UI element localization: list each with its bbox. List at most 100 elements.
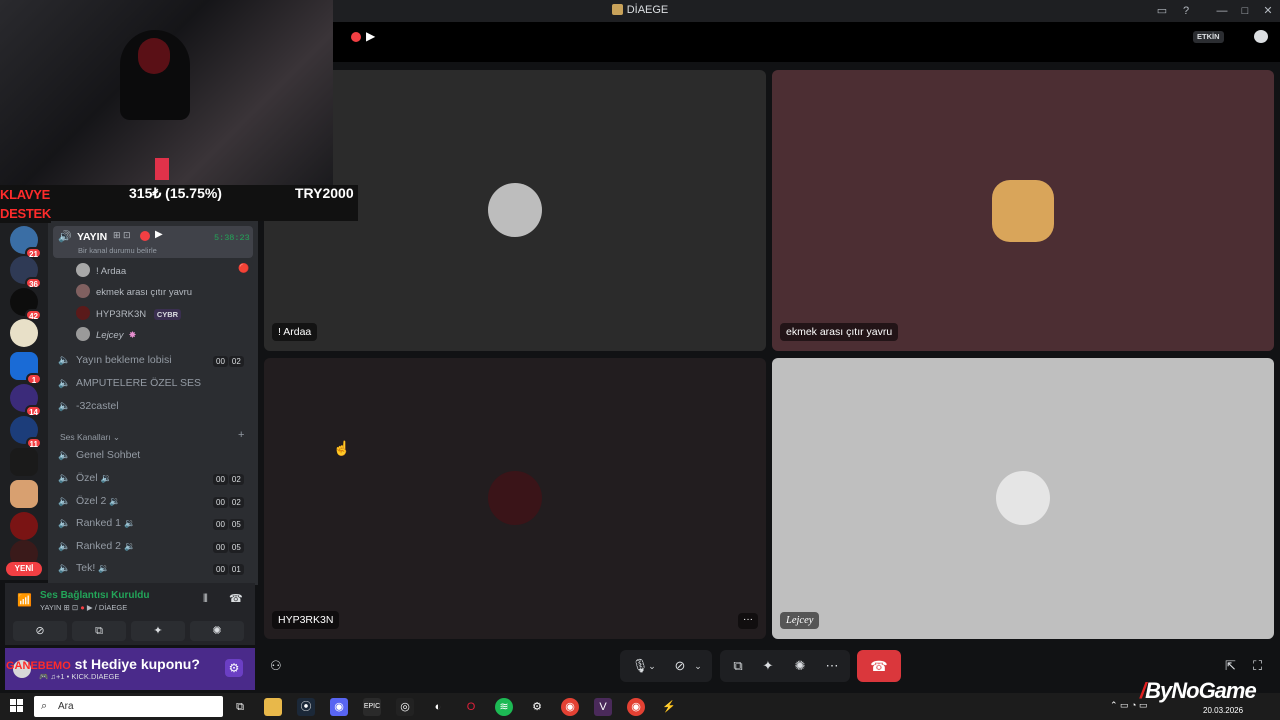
settings-gear-icon[interactable]: ⚙ (225, 659, 243, 677)
discord-icon[interactable]: ◉ (330, 698, 348, 716)
voice-channel[interactable]: 🔈 Ranked 1 🔉 (58, 517, 135, 535)
windows-start-icon[interactable] (10, 699, 24, 713)
server-icon[interactable]: 11 (10, 416, 42, 449)
file-explorer-icon[interactable] (264, 698, 282, 716)
server-icon[interactable] (10, 448, 38, 476)
count-current: 00 (213, 356, 228, 367)
username: KICK.DIAEGE (71, 672, 120, 681)
voice-status[interactable]: Ses Bağlantısı Kuruldu (40, 590, 149, 601)
screen-share-icon[interactable]: ⧉ (724, 650, 752, 682)
channel-status-hint[interactable]: Bir kanal durumu belirle (78, 246, 157, 255)
app-icon[interactable]: V (594, 698, 612, 716)
tile-name-label: ! Ardaa (272, 323, 318, 341)
activity-badge[interactable]: ETKİN (1193, 31, 1224, 43)
opera-icon[interactable]: O (462, 698, 480, 716)
mouse-cursor-icon: ☝ (333, 440, 351, 456)
maximize-button[interactable]: □ (1237, 3, 1253, 19)
voice-channel[interactable]: 🔈 Genel Sohbet (58, 449, 140, 467)
spotify-icon[interactable]: ≋ (495, 698, 513, 716)
popout-icon[interactable]: ⇱ (1225, 658, 1236, 674)
voice-channel[interactable]: 🔈 Özel 🔉 (58, 472, 112, 490)
channel-member[interactable]: Lejcey ✸ (76, 327, 136, 343)
server-icon[interactable]: 36 (10, 256, 42, 289)
donation-target: TRY2000 (295, 185, 354, 201)
activities-icon[interactable]: ✦ (754, 650, 782, 682)
obs-icon[interactable]: ◎ (396, 698, 414, 716)
chevron-down-icon[interactable]: ⌄ (690, 650, 706, 682)
epic-games-icon[interactable]: EPIC (363, 698, 381, 716)
server-logo-icon (611, 4, 623, 15)
channel-member[interactable]: ekmek arası çıtır yavru (76, 284, 192, 300)
chrome-icon[interactable]: ◉ (561, 698, 579, 716)
steam-icon[interactable]: ⦿ (297, 698, 315, 716)
user-count: 00 02 (213, 356, 245, 367)
server-icon[interactable] (10, 512, 38, 540)
voice-channel[interactable]: 🔈 Ranked 2 🔉 (58, 540, 135, 558)
voice-channel[interactable]: 🔈 Özel 2 🔉 (58, 495, 121, 513)
minimize-button[interactable]: — (1214, 3, 1230, 19)
soundboard-button[interactable]: ✺ (190, 621, 244, 641)
promo-text: Hediye kuponu? (91, 656, 200, 672)
member-name: ! Ardaa (96, 266, 127, 277)
connection-signal-icon: 📶 (17, 593, 32, 607)
activity-controls: ⧉ ✦ ✺ ⋯ (720, 650, 850, 682)
streamer-webcam (0, 0, 333, 188)
soundboard-icon[interactable]: ✺ (786, 650, 814, 682)
screen-share-button[interactable]: ⧉ (72, 621, 126, 641)
server-icon[interactable] (10, 480, 38, 508)
stream-icons: ⊞ ⊡ (113, 230, 131, 240)
server-icon[interactable] (10, 319, 38, 347)
member-name: Lejcey (96, 330, 124, 341)
video-tile-3[interactable]: HYP3RK3N ··· (264, 358, 766, 639)
live-record-icon (140, 231, 150, 241)
search-placeholder: Ara (58, 701, 74, 712)
speaker-icon: 🔈 (58, 473, 71, 484)
app-icon[interactable]: ◐ (429, 698, 447, 716)
server-icon[interactable]: 14 (10, 384, 42, 417)
invite-people-icon[interactable]: ⚇ (270, 658, 282, 674)
settings-icon[interactable]: ⚙ (528, 698, 546, 716)
help-icon[interactable]: ? (1178, 3, 1194, 19)
count-current: 00 (213, 542, 228, 553)
channel-member[interactable]: HYP3RK3N CYBR (76, 306, 182, 322)
more-icon[interactable]: ⋯ (818, 650, 846, 682)
voice-channel[interactable]: 🔈 AMPUTELERE ÖZEL SES (58, 377, 201, 395)
live-record-icon (351, 32, 361, 42)
category-header[interactable]: Ses Kanalları ⌄ (60, 432, 120, 443)
noise-suppression-icon[interactable]: ⦀ (203, 593, 208, 606)
taskbar-date: 20.03.2026 (1203, 706, 1244, 715)
server-icon[interactable]: 21 (10, 226, 42, 259)
voice-channel[interactable]: 🔈 Yayın bekleme lobisi (58, 354, 172, 372)
video-tile-2[interactable]: ekmek arası çıtır yavru (772, 70, 1274, 351)
chat-bubble-icon[interactable] (1254, 30, 1268, 43)
server-icon[interactable]: 1 (10, 352, 42, 385)
active-voice-channel[interactable]: 🔊 YAYIN ⊞ ⊡ ▶ 5:38:23 Bir kanal durumu b… (53, 226, 253, 258)
channel-name: Ranked 1 (76, 517, 121, 529)
voice-channel[interactable]: 🔈 -32castel (58, 400, 119, 418)
close-button[interactable]: ✕ (1260, 3, 1276, 19)
channel-member[interactable]: ! Ardaa (76, 263, 126, 279)
taskbar-search[interactable]: ⌕ Ara (34, 696, 223, 717)
voice-channel[interactable]: 🔈 Tek! 🔉 (58, 562, 109, 580)
video-tile-4[interactable]: Lejcey (772, 358, 1274, 639)
channel-timer: 5:38:23 (214, 233, 250, 243)
channel-name: Ranked 2 (76, 540, 121, 552)
tile-name-label: ekmek arası çıtır yavru (780, 323, 899, 341)
video-off-button[interactable]: ⊘ (13, 621, 67, 641)
avatar (76, 284, 90, 298)
more-options-icon[interactable]: ··· (738, 613, 758, 629)
task-view-icon[interactable]: ⧉ (231, 698, 249, 716)
inbox-icon[interactable]: ▭ (1154, 3, 1170, 19)
mic-camera-controls: 🎙 ⌄ ⊘ ⌄ (620, 650, 712, 682)
activities-button[interactable]: ✦ (131, 621, 185, 641)
server-rail: 21 36 42 1 14 11 (0, 220, 48, 580)
app-icon[interactable]: ⚡ (660, 698, 678, 716)
volume-icon: 🔉 (123, 541, 136, 551)
server-icon[interactable]: 42 (10, 288, 42, 321)
chevron-down-icon[interactable]: ⌄ (644, 650, 660, 682)
disconnect-call-button[interactable]: ☎ (857, 650, 901, 682)
chrome-icon[interactable]: ◉ (627, 698, 645, 716)
fullscreen-icon[interactable]: ⛶ (1253, 658, 1262, 674)
create-channel-icon[interactable]: + (238, 429, 244, 441)
disconnect-icon[interactable]: ☎ (229, 592, 243, 605)
